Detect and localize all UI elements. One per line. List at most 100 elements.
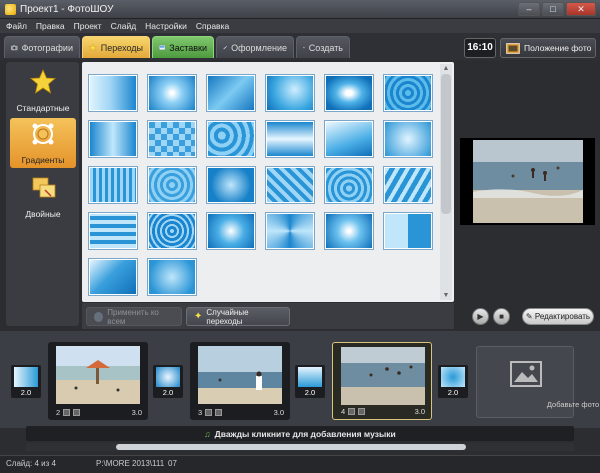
transition-thumbnail[interactable] xyxy=(148,167,196,203)
maximize-button[interactable]: □ xyxy=(542,2,564,16)
slide-duration: 3.0 xyxy=(414,407,425,416)
menu-file[interactable]: Файл xyxy=(6,21,27,31)
tab-photos[interactable]: Фотографии xyxy=(4,36,80,58)
slide-frame-selected[interactable]: 4 3.0 xyxy=(332,342,432,420)
slide-photo xyxy=(56,346,140,404)
text-icon[interactable] xyxy=(358,408,366,415)
star-icon xyxy=(30,69,56,94)
grid-actions: Применить ко всем ✦ Случайные переходы xyxy=(82,303,454,329)
random-transitions-button[interactable]: ✦ Случайные переходы xyxy=(186,307,290,326)
transition-thumbnail[interactable] xyxy=(89,259,137,295)
transition-thumbnail[interactable] xyxy=(384,121,432,157)
effect-icon[interactable] xyxy=(63,409,71,416)
transition-duration: 2.0 xyxy=(304,388,316,397)
transition-thumbnail[interactable] xyxy=(148,259,196,295)
category-double[interactable]: Двойные xyxy=(10,172,76,222)
preview-controls: ▶ ■ ✎ Редактировать xyxy=(462,307,596,327)
edit-button-label: Редактировать xyxy=(534,312,591,321)
transition-thumbnail[interactable] xyxy=(325,121,373,157)
apply-icon xyxy=(94,311,104,322)
slide-frame[interactable]: 3 3.0 xyxy=(190,342,290,420)
timeline-scroll-thumb[interactable] xyxy=(116,444,466,450)
effect-icon[interactable] xyxy=(348,408,356,415)
transition-thumbnail[interactable] xyxy=(207,167,255,203)
transition-thumbnail[interactable] xyxy=(89,121,137,157)
scroll-thumb[interactable] xyxy=(441,74,451,214)
edit-button[interactable]: ✎ Редактировать xyxy=(522,308,594,325)
status-code: 07 xyxy=(168,459,177,468)
transition-thumbnail[interactable] xyxy=(89,75,137,111)
tab-intros[interactable]: Заставки xyxy=(152,36,214,58)
time-display: 16:10 xyxy=(464,38,496,58)
scroll-down-icon[interactable]: ▼ xyxy=(440,291,452,300)
slide-frame[interactable]: 2 3.0 xyxy=(48,342,148,420)
transition-thumb xyxy=(298,367,322,387)
category-gradients[interactable]: Градиенты xyxy=(10,118,76,168)
tab-intros-label: Заставки xyxy=(169,42,207,53)
film-icon xyxy=(303,46,305,49)
transition-thumbnail[interactable] xyxy=(325,213,373,249)
slide-duration: 3.0 xyxy=(131,408,142,417)
minimize-button[interactable]: – xyxy=(518,2,540,16)
tab-create[interactable]: Создать xyxy=(296,36,350,58)
text-icon[interactable] xyxy=(73,409,81,416)
music-track[interactable]: ♫ Дважды кликните для добавления музыки xyxy=(26,426,574,441)
transition-slot[interactable]: 2.0 xyxy=(295,365,325,398)
transition-thumbnail[interactable] xyxy=(207,213,255,249)
slide-number: 2 xyxy=(56,408,61,417)
play-button[interactable]: ▶ xyxy=(472,308,489,325)
apply-all-button[interactable]: Применить ко всем xyxy=(86,307,182,326)
timeline-scrollbar[interactable] xyxy=(26,443,574,451)
transition-thumbnail[interactable] xyxy=(266,121,314,157)
effect-icon[interactable] xyxy=(205,409,213,416)
transition-thumbnail[interactable] xyxy=(266,75,314,111)
transition-duration: 2.0 xyxy=(162,388,174,397)
menu-bar: Файл Правка Проект Слайд Настройки Справ… xyxy=(0,19,600,33)
transition-thumbnail[interactable] xyxy=(384,213,432,249)
tab-design[interactable]: Оформление xyxy=(216,36,294,58)
transition-thumbnail[interactable] xyxy=(207,75,255,111)
transition-thumbnail[interactable] xyxy=(384,75,432,111)
scroll-up-icon[interactable]: ▲ xyxy=(440,64,452,73)
transition-thumbnail[interactable] xyxy=(384,167,432,203)
transition-thumbnail[interactable] xyxy=(148,75,196,111)
camera-icon xyxy=(11,45,18,51)
slide-meta: 4 xyxy=(341,407,366,416)
transition-slot[interactable]: 2.0 xyxy=(11,365,41,398)
transition-thumbnail[interactable] xyxy=(89,213,137,249)
category-standard-label: Стандартные xyxy=(16,103,70,113)
add-photo-slot[interactable]: Добавьте фото xyxy=(476,346,599,418)
menu-help[interactable]: Справка xyxy=(196,21,229,31)
transition-thumbnail[interactable] xyxy=(325,167,373,203)
close-button[interactable]: ✕ xyxy=(566,2,596,16)
title-bar: Проект1 - ФотоШОУ – □ ✕ xyxy=(0,0,600,19)
transition-thumb xyxy=(156,367,180,387)
slide-meta: 3 xyxy=(198,408,223,417)
transition-thumbnail[interactable] xyxy=(148,213,196,249)
transition-thumbnail[interactable] xyxy=(325,75,373,111)
menu-project[interactable]: Проект xyxy=(74,21,102,31)
slide-duration: 3.0 xyxy=(273,408,284,417)
transition-thumbnail[interactable] xyxy=(148,121,196,157)
apply-all-label: Применить ко всем xyxy=(107,307,159,326)
transition-duration: 2.0 xyxy=(447,388,459,397)
photo-position-button[interactable]: Положение фото xyxy=(500,38,596,58)
add-photo-label: Добавьте фото xyxy=(546,400,600,409)
menu-slide[interactable]: Слайд xyxy=(111,21,137,31)
grid-scrollbar[interactable]: ▲ ▼ xyxy=(440,64,452,300)
category-gradients-label: Градиенты xyxy=(21,155,65,165)
text-icon[interactable] xyxy=(215,409,223,416)
transition-thumbnail[interactable] xyxy=(89,167,137,203)
tab-create-label: Создать xyxy=(308,42,343,53)
stop-button[interactable]: ■ xyxy=(493,308,510,325)
transition-slot[interactable]: 2.0 xyxy=(153,365,183,398)
menu-settings[interactable]: Настройки xyxy=(145,21,187,31)
transition-thumbnail[interactable] xyxy=(207,121,255,157)
menu-edit[interactable]: Правка xyxy=(36,21,65,31)
transition-thumbnail[interactable] xyxy=(266,167,314,203)
transition-thumbnail[interactable] xyxy=(266,213,314,249)
category-standard[interactable]: Стандартные xyxy=(10,66,76,116)
transition-slot[interactable]: 2.0 xyxy=(438,365,468,398)
tab-transitions[interactable]: Переходы xyxy=(82,36,150,58)
brush-icon xyxy=(223,45,228,50)
